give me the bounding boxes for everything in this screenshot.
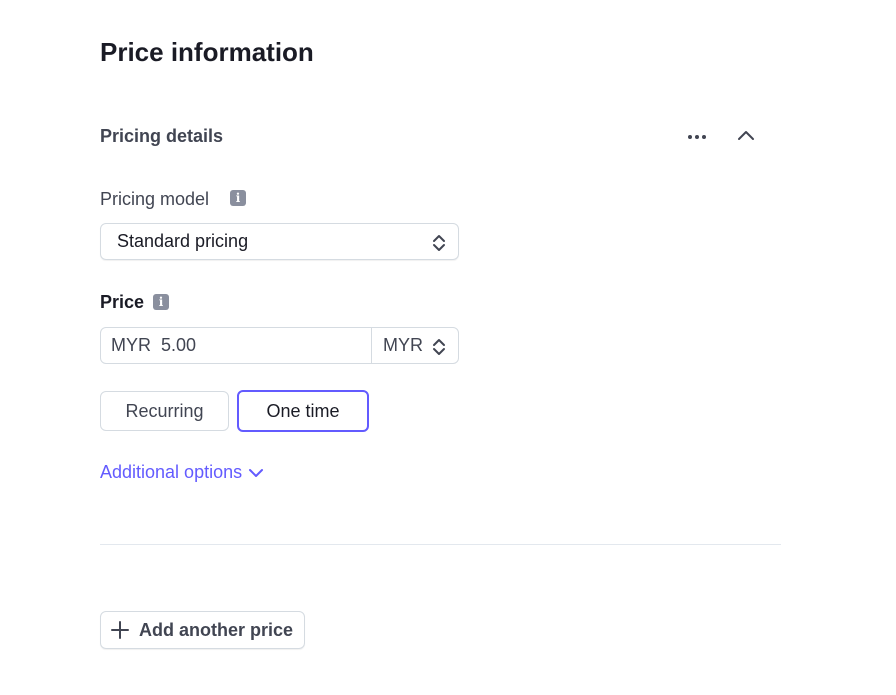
chevron-updown-icon bbox=[433, 235, 445, 251]
additional-options-link[interactable]: Additional options bbox=[100, 462, 264, 483]
more-options-button[interactable] bbox=[684, 124, 710, 150]
add-another-price-button[interactable]: Add another price bbox=[100, 611, 305, 649]
additional-options-label: Additional options bbox=[100, 462, 243, 482]
section-title-pricing-details: Pricing details bbox=[100, 126, 224, 146]
one-time-toggle[interactable]: One time bbox=[237, 390, 369, 432]
currency-select[interactable]: MYR bbox=[371, 328, 458, 363]
info-icon[interactable]: i bbox=[153, 294, 169, 310]
price-label: Price bbox=[100, 292, 145, 312]
collapse-button[interactable] bbox=[734, 124, 758, 148]
chevron-up-icon bbox=[738, 131, 754, 140]
currency-value: MYR bbox=[383, 335, 423, 355]
pricing-model-select[interactable]: Standard pricing bbox=[100, 223, 459, 260]
page-title: Price information bbox=[100, 37, 314, 67]
chevron-updown-icon bbox=[433, 339, 445, 355]
pricing-model-value: Standard pricing bbox=[117, 231, 249, 251]
info-icon[interactable]: i bbox=[230, 190, 246, 206]
ellipsis-icon bbox=[688, 135, 692, 139]
price-amount-input[interactable]: MYR 5.00 bbox=[101, 328, 371, 363]
currency-prefix: MYR bbox=[111, 335, 151, 355]
divider bbox=[100, 544, 781, 545]
price-amount: 5.00 bbox=[161, 335, 197, 355]
recurring-toggle[interactable]: Recurring bbox=[100, 391, 229, 431]
chevron-down-icon bbox=[249, 468, 264, 477]
pricing-model-label: Pricing model bbox=[100, 189, 210, 209]
price-field[interactable]: MYR 5.00 MYR bbox=[100, 327, 459, 364]
add-another-price-label: Add another price bbox=[139, 619, 294, 640]
plus-icon bbox=[111, 621, 129, 639]
